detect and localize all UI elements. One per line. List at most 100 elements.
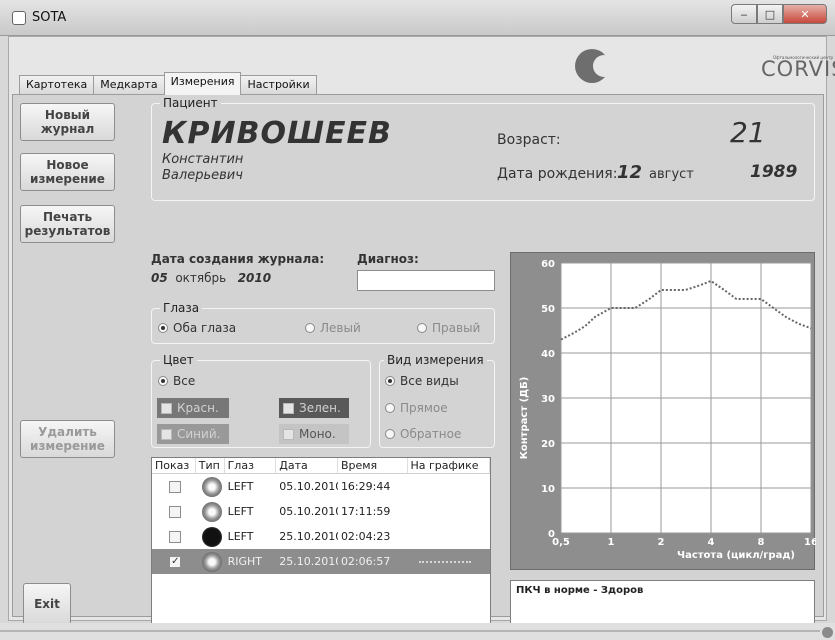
show-checkbox[interactable]: ✓ (169, 555, 182, 568)
measure-reverse-radio[interactable]: Обратное (385, 427, 461, 441)
show-checkbox[interactable] (169, 480, 182, 493)
grey-stimulus-icon (201, 476, 222, 497)
patient-surname: КРИВОШЕЕВ (162, 116, 392, 151)
tab-measurements[interactable]: Измерения (163, 72, 242, 95)
eye-cell: RIGHT (227, 555, 262, 568)
age-value: 21 (730, 116, 766, 149)
color-green-checkbox[interactable]: Зелен. (279, 398, 349, 418)
y-tick-label: 10 (541, 484, 555, 495)
on-chart-cell (408, 499, 490, 524)
measure-all-radio[interactable]: Все виды (385, 374, 459, 388)
show-cell: ✓ (152, 549, 196, 574)
y-tick-label: 30 (541, 394, 555, 405)
time-cell: 16:29:44 (340, 480, 391, 493)
age-label: Возраст: (497, 132, 561, 148)
checkbox-box (283, 402, 294, 414)
measurements-table[interactable]: Показ Тип Глаз Дата Время На графике LEF… (151, 457, 491, 624)
color-red-checkbox[interactable]: Красн. (157, 398, 229, 418)
x-tick-label: 4 (708, 537, 715, 548)
tab-medcard[interactable]: Медкарта (93, 75, 165, 95)
tab-settings[interactable]: Настройки (240, 75, 317, 95)
dob-year: 1989 (750, 162, 798, 182)
radio-label: Прямое (400, 401, 448, 415)
column-header-show[interactable]: Показ (152, 458, 196, 473)
column-header-eye[interactable]: Глаз (225, 458, 277, 473)
app-icon (12, 11, 26, 25)
measure-direct-radio[interactable]: Прямое (385, 401, 448, 415)
patient-middle-name: Валерьевич (162, 168, 243, 183)
logo-mark-icon (575, 49, 615, 83)
time-cell: 02:06:57 (340, 555, 391, 568)
table-row[interactable]: LEFT 25.10.2010 02:04:23 (152, 524, 490, 549)
checkbox-box (161, 428, 172, 440)
radio-dot (158, 376, 168, 386)
chip-label: Зелен. (299, 401, 341, 415)
dob-month: август (649, 167, 694, 182)
show-cell (152, 474, 196, 499)
eyes-left-radio[interactable]: Левый (305, 321, 361, 335)
time-cell: 17:11:59 (340, 505, 391, 518)
table-row[interactable]: LEFT 05.10.2010 17:11:59 (152, 499, 490, 524)
chip-label: Синий. (177, 427, 221, 441)
journal-created-label: Дата создания журнала: (151, 252, 325, 266)
on-chart-cell (408, 549, 490, 574)
show-checkbox[interactable] (169, 505, 182, 518)
close-button[interactable]: ✕ (783, 4, 827, 24)
measurements-panel: Новый журнал Новое измерение Печать резу… (12, 94, 824, 637)
radio-dot (417, 323, 427, 333)
radio-dot (385, 429, 395, 439)
table-body: LEFT 05.10.2010 16:29:44 LEFT 05.10.2010 17:1… (152, 474, 490, 574)
chip-label: Красн. (177, 401, 219, 415)
date-cell: 25.10.2010 (279, 530, 338, 543)
x-tick-label: 8 (758, 537, 765, 548)
new-journal-button[interactable]: Новый журнал (20, 103, 115, 141)
new-measurement-button[interactable]: Новое измерение (20, 153, 115, 191)
patient-group: Пациент КРИВОШЕЕВ Константин Валерьевич … (151, 96, 815, 201)
color-blue-checkbox[interactable]: Синий. (157, 424, 229, 444)
color-all-radio[interactable]: Все (158, 374, 195, 388)
column-header-on-chart[interactable]: На графике (408, 458, 490, 473)
radio-label: Обратное (400, 427, 462, 441)
y-tick-label: 40 (541, 349, 555, 360)
on-chart-cell (408, 474, 490, 499)
exit-button[interactable]: Exit (23, 583, 71, 625)
date-cell: 05.10.2010 (279, 480, 338, 493)
y-tick-label: 20 (541, 439, 555, 450)
type-cell (196, 524, 225, 549)
dob-label: Дата рождения: (497, 166, 618, 182)
column-header-time[interactable]: Время (338, 458, 408, 473)
corvis-logo: Офтальмологический центр CORVIS (575, 43, 835, 91)
show-checkbox[interactable] (169, 530, 182, 543)
show-cell (152, 524, 196, 549)
radio-dot (158, 323, 168, 333)
table-row[interactable]: ✓ RIGHT 25.10.2010 02:06:57 (152, 549, 490, 574)
y-tick-label: 0 (548, 529, 555, 540)
journal-created-date: 05 октябрь 2010 (151, 271, 271, 285)
window-title: SOTA (32, 10, 67, 25)
journal-created-day: 05 (151, 271, 168, 285)
type-cell (196, 499, 225, 524)
table-row[interactable]: LEFT 05.10.2010 16:29:44 (152, 474, 490, 499)
eyes-right-radio[interactable]: Правый (417, 321, 480, 335)
type-cell (196, 474, 225, 499)
minimize-button[interactable]: ‒ (731, 4, 757, 24)
tab-cards[interactable]: Картотека (19, 75, 95, 95)
column-header-type[interactable]: Тип (196, 458, 225, 473)
dob-day: 12 (617, 162, 643, 183)
maximize-button[interactable]: □ (757, 4, 783, 24)
eyes-both-radio[interactable]: Оба глаза (158, 321, 236, 335)
diagnosis-input[interactable] (357, 270, 495, 291)
journal-created-year: 2010 (237, 271, 272, 285)
app-client-area: Офтальмологический центр CORVIS Картотек… (8, 36, 835, 637)
radio-label: Левый (320, 321, 361, 335)
resize-grip-icon[interactable] (822, 627, 833, 638)
eye-cell: LEFT (227, 480, 254, 493)
color-mono-checkbox[interactable]: Моно. (279, 424, 349, 444)
column-header-date[interactable]: Дата (276, 458, 338, 473)
radio-label: Оба глаза (173, 321, 237, 335)
print-results-button[interactable]: Печать результатов (20, 205, 115, 243)
patient-first-name: Константин (162, 152, 244, 167)
delete-measurement-button[interactable]: Удалить измерение (20, 420, 115, 458)
table-header: Показ Тип Глаз Дата Время На графике (152, 458, 490, 474)
radio-dot (385, 376, 395, 386)
